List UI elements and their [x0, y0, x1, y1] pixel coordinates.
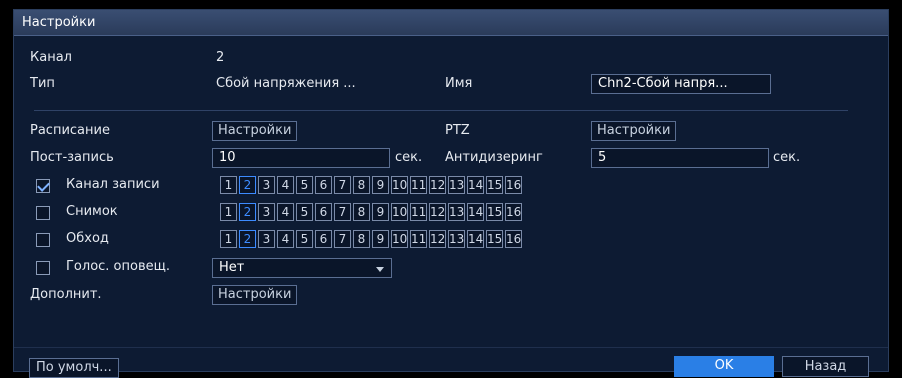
ptz-settings-button[interactable]: Настройки: [591, 121, 677, 141]
snapshot-channel-grid: 1 2 3 4 5 6 7 8 9 10 11 12 13 14 15 16: [220, 203, 522, 221]
post-record-input[interactable]: 10: [212, 148, 390, 168]
extra-settings-button[interactable]: Настройки: [212, 285, 298, 305]
snapshot-checkbox[interactable]: [36, 206, 50, 220]
channel-box-6[interactable]: 6: [315, 230, 332, 248]
channel-box-2[interactable]: 2: [239, 230, 256, 248]
channel-value: 2: [216, 50, 225, 65]
channel-box-4[interactable]: 4: [277, 176, 294, 194]
voice-label: Голос. оповещ.: [66, 259, 170, 274]
channel-box-8[interactable]: 8: [353, 203, 370, 221]
channel-box-7[interactable]: 7: [334, 176, 351, 194]
channel-box-10[interactable]: 10: [391, 230, 408, 248]
record-channel-grid: 1 2 3 4 5 6 7 8 9 10 11 12 13 14 15 16: [220, 176, 522, 194]
channel-box-14[interactable]: 14: [467, 176, 484, 194]
name-label: Имя: [445, 76, 473, 91]
channel-box-14[interactable]: 14: [467, 230, 484, 248]
channel-box-4[interactable]: 4: [277, 230, 294, 248]
channel-box-16[interactable]: 16: [505, 176, 522, 194]
channel-box-4[interactable]: 4: [277, 203, 294, 221]
channel-box-6[interactable]: 6: [315, 176, 332, 194]
tour-channel-grid: 1 2 3 4 5 6 7 8 9 10 11 12 13 14 15 16: [220, 230, 522, 248]
title-bar: Настройки: [14, 10, 888, 36]
channel-box-15[interactable]: 15: [486, 176, 503, 194]
default-button[interactable]: По умолч...: [29, 358, 119, 378]
channel-box-2[interactable]: 2: [239, 176, 256, 194]
channel-box-12[interactable]: 12: [429, 203, 446, 221]
channel-box-14[interactable]: 14: [467, 203, 484, 221]
channel-box-12[interactable]: 12: [429, 230, 446, 248]
channel-box-1[interactable]: 1: [220, 230, 237, 248]
post-record-unit: сек.: [395, 150, 423, 165]
settings-window: Настройки Канал 2 Тип Сбой напряжения ..…: [13, 9, 889, 372]
channel-label: Канал: [30, 50, 72, 65]
channel-box-1[interactable]: 1: [220, 203, 237, 221]
channel-box-7[interactable]: 7: [334, 203, 351, 221]
window-title: Настройки: [22, 15, 96, 30]
channel-box-2[interactable]: 2: [239, 203, 256, 221]
post-record-label: Пост-запись: [30, 150, 114, 165]
channel-box-5[interactable]: 5: [296, 176, 313, 194]
channel-box-6[interactable]: 6: [315, 203, 332, 221]
channel-box-11[interactable]: 11: [410, 203, 427, 221]
back-button[interactable]: Назад: [782, 356, 869, 377]
channel-box-8[interactable]: 8: [353, 230, 370, 248]
channel-box-16[interactable]: 16: [505, 230, 522, 248]
antidither-unit: сек.: [773, 150, 801, 165]
schedule-settings-button[interactable]: Настройки: [212, 121, 298, 141]
type-value: Сбой напряжения ...: [216, 76, 356, 91]
chevron-down-icon: [376, 267, 384, 272]
channel-box-10[interactable]: 10: [391, 203, 408, 221]
channel-box-5[interactable]: 5: [296, 203, 313, 221]
channel-box-10[interactable]: 10: [391, 176, 408, 194]
antidither-label: Антидизеринг: [445, 150, 543, 165]
channel-box-3[interactable]: 3: [258, 176, 275, 194]
channel-box-9[interactable]: 9: [372, 203, 389, 221]
channel-box-13[interactable]: 13: [448, 176, 465, 194]
channel-box-11[interactable]: 11: [410, 230, 427, 248]
tour-label: Обход: [66, 231, 109, 246]
channel-box-5[interactable]: 5: [296, 230, 313, 248]
section-divider: [34, 110, 848, 111]
snapshot-label: Снимок: [66, 204, 118, 219]
ok-button[interactable]: OK: [674, 356, 774, 377]
channel-box-8[interactable]: 8: [353, 176, 370, 194]
channel-box-11[interactable]: 11: [410, 176, 427, 194]
voice-select-value: Нет: [219, 260, 245, 275]
type-label: Тип: [30, 76, 55, 91]
channel-box-15[interactable]: 15: [486, 230, 503, 248]
tour-checkbox[interactable]: [36, 233, 50, 247]
channel-box-1[interactable]: 1: [220, 176, 237, 194]
channel-box-3[interactable]: 3: [258, 203, 275, 221]
channel-box-3[interactable]: 3: [258, 230, 275, 248]
record-channel-label: Канал записи: [66, 177, 160, 192]
schedule-label: Расписание: [30, 123, 110, 138]
ptz-label: PTZ: [445, 123, 470, 138]
name-input[interactable]: Chn2-Сбой напря...: [591, 74, 771, 94]
record-channel-checkbox[interactable]: [36, 179, 50, 193]
channel-box-16[interactable]: 16: [505, 203, 522, 221]
extra-label: Дополнит.: [30, 287, 102, 302]
channel-box-15[interactable]: 15: [486, 203, 503, 221]
channel-box-12[interactable]: 12: [429, 176, 446, 194]
channel-box-9[interactable]: 9: [372, 176, 389, 194]
channel-box-13[interactable]: 13: [448, 230, 465, 248]
antidither-input[interactable]: 5: [591, 148, 769, 168]
footer-divider: [14, 347, 888, 348]
channel-box-7[interactable]: 7: [334, 230, 351, 248]
channel-box-9[interactable]: 9: [372, 230, 389, 248]
voice-select[interactable]: Нет: [212, 258, 392, 278]
channel-box-13[interactable]: 13: [448, 203, 465, 221]
voice-checkbox[interactable]: [36, 261, 50, 275]
